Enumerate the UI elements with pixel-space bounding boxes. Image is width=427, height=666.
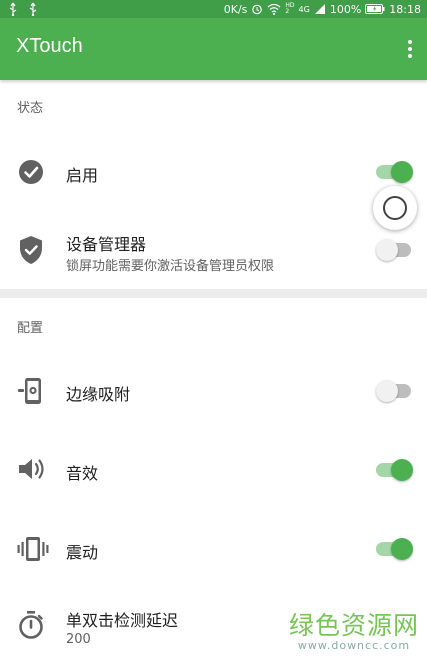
watermark: 绿色资源网 www.downcc.com: [289, 612, 419, 652]
setting-title: 音效: [66, 464, 99, 483]
net-speed: 0K/s: [223, 2, 248, 16]
setting-row-enable[interactable]: 启用: [0, 144, 427, 202]
network-type: 4G: [298, 4, 310, 14]
shield-check-icon: [17, 235, 45, 265]
setting-row-vibrate[interactable]: 震动: [0, 520, 427, 578]
signal-icon: [314, 4, 325, 14]
setting-row-device-admin[interactable]: 设备管理器 锁屏功能需要你激活设备管理员权限: [0, 220, 427, 280]
volume-icon: [17, 456, 47, 482]
battery-icon: [365, 4, 385, 14]
wifi-icon: [267, 3, 281, 15]
setting-title: 启用: [66, 166, 99, 185]
vibration-icon: [17, 535, 49, 563]
clock: 18:18: [389, 2, 421, 16]
app-title: XTouch: [16, 35, 83, 57]
setting-title: 震动: [66, 543, 99, 562]
status-bar-notifications: [8, 2, 38, 16]
toggle-switch-enable[interactable]: [376, 160, 413, 184]
toggle-switch-sound[interactable]: [376, 458, 413, 482]
check-circle-icon: [17, 158, 45, 186]
timer-icon: [17, 610, 45, 640]
battery-percent: 100%: [329, 2, 362, 16]
phone-settings-icon: [17, 376, 45, 406]
status-bar: 0K/s HD 2 4G 100% 18:18: [0, 0, 427, 18]
setting-title: 设备管理器: [66, 235, 147, 254]
toggle-switch-edge-snap[interactable]: [376, 379, 413, 403]
status-bar-indicators: 0K/s HD 2 4G 100% 18:18: [224, 0, 421, 18]
floating-touch-button[interactable]: [373, 186, 417, 230]
setting-row-sound[interactable]: 音效: [0, 441, 427, 499]
watermark-url: www.downcc.com: [297, 639, 411, 652]
watermark-title: 绿色资源网: [289, 611, 420, 640]
section-divider: [0, 289, 427, 298]
more-vert-icon[interactable]: [403, 36, 417, 62]
usb-icon: [29, 2, 37, 16]
ring-icon: [383, 196, 407, 220]
hd-indicator: HD 2: [285, 2, 295, 15]
alarm-icon: [252, 4, 263, 15]
section-header-status: 状态: [17, 101, 44, 116]
toggle-switch-vibrate[interactable]: [376, 537, 413, 561]
setting-title: 边缘吸附: [66, 385, 131, 404]
setting-subtitle: 锁屏功能需要你激活设备管理员权限: [66, 259, 275, 274]
section-header-config: 配置: [17, 321, 44, 336]
setting-row-edge-snap[interactable]: 边缘吸附: [0, 362, 427, 420]
toggle-switch-device-admin[interactable]: [376, 238, 413, 262]
setting-title: 单双击检测延迟: [66, 611, 179, 630]
usb-icon: [9, 2, 17, 16]
setting-value: 200: [66, 632, 91, 647]
app-bar: XTouch: [0, 18, 427, 80]
